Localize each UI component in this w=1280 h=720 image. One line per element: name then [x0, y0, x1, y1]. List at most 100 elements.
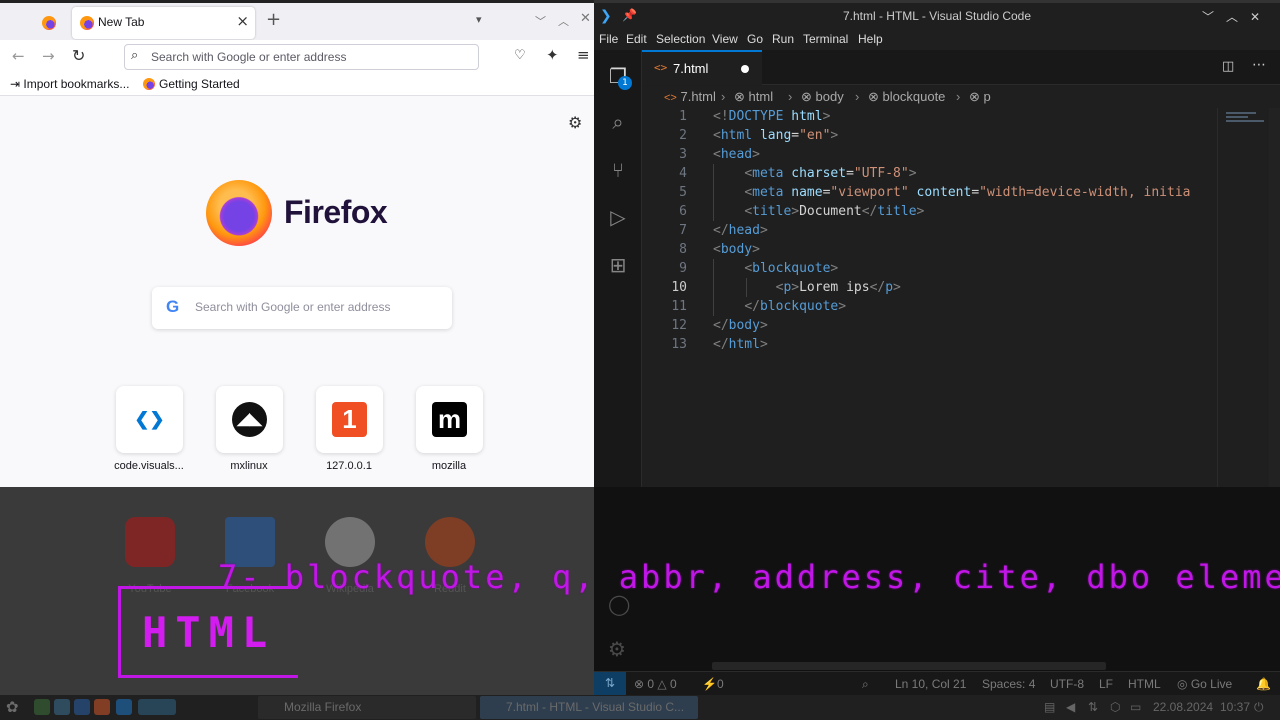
- ports-status[interactable]: ⚡0: [702, 677, 724, 691]
- forward-arrow-icon[interactable]: →: [42, 47, 55, 65]
- breadcrumb-item[interactable]: ⊗ body: [801, 89, 844, 105]
- shortcut-tile-localhost[interactable]: 1: [316, 386, 383, 453]
- split-editor-icon[interactable]: ◫: [1222, 59, 1234, 74]
- newtab-search-input[interactable]: G Search with Google or enter address: [152, 287, 452, 329]
- source-control-icon[interactable]: ⑂: [606, 158, 630, 182]
- cursor-position[interactable]: Ln 10, Col 21: [895, 677, 966, 691]
- breadcrumb-item[interactable]: <> 7.html: [664, 89, 716, 104]
- menu-terminal[interactable]: Terminal: [803, 32, 848, 46]
- code-token: </: [869, 280, 886, 295]
- maximize-icon[interactable]: ︿: [558, 13, 569, 29]
- breadcrumb-label: p: [983, 89, 991, 104]
- url-bar[interactable]: ⌕ Search with Google or enter address: [124, 44, 479, 70]
- more-actions-icon[interactable]: ⋯: [1252, 57, 1266, 73]
- newtab-search-placeholder: Search with Google or enter address: [195, 300, 391, 314]
- shortcut-tile-vscode[interactable]: ❮❯: [116, 386, 183, 453]
- code-token: >: [838, 299, 847, 314]
- extensions-icon[interactable]: ✦: [546, 46, 559, 64]
- back-arrow-icon[interactable]: ←: [12, 47, 25, 65]
- vscode-menu-bar: File Edit Selection View Go Run Terminal…: [594, 30, 1280, 50]
- pocket-icon[interactable]: ♡: [514, 48, 526, 63]
- code-token: >: [752, 147, 760, 162]
- launcher-firefox-icon[interactable]: [94, 699, 110, 715]
- menu-view[interactable]: View: [712, 32, 738, 46]
- code-line: <title>Document</title>: [713, 204, 924, 219]
- bookmark-getting-started[interactable]: Getting Started: [143, 77, 240, 91]
- bookmark-import[interactable]: ⇥ Import bookmarks...: [10, 77, 129, 91]
- close-window-icon[interactable]: ✕: [580, 11, 591, 26]
- tray-power-icon[interactable]: ▭: [1130, 700, 1141, 714]
- code-token: meta: [752, 166, 784, 181]
- firefox-tab-bar: New Tab × + ▾ ﹀ ︿ ✕: [0, 0, 594, 40]
- zoom-icon[interactable]: ⌕: [862, 677, 869, 692]
- run-debug-icon[interactable]: ▷: [606, 205, 630, 229]
- remote-indicator-icon[interactable]: ⇅: [594, 672, 626, 695]
- menu-edit[interactable]: Edit: [626, 32, 647, 46]
- overlay-html-badge: HTML: [142, 608, 276, 657]
- shortcut-tile-mozilla[interactable]: m: [416, 386, 483, 453]
- breadcrumb-item[interactable]: ⊗ html: [734, 89, 773, 105]
- breadcrumb-item[interactable]: ⊗ p: [969, 89, 991, 105]
- hamburger-menu-icon[interactable]: ≡: [577, 46, 590, 64]
- shortcut-tile-mxlinux[interactable]: ◢◣: [216, 386, 283, 453]
- code-line: </body>: [713, 318, 768, 333]
- tab-close-icon[interactable]: ×: [236, 12, 249, 30]
- extensions-icon[interactable]: ⊞: [606, 253, 630, 277]
- menu-selection[interactable]: Selection: [656, 32, 705, 46]
- manage-gear-icon[interactable]: ⚙: [608, 637, 626, 661]
- notifications-bell-icon[interactable]: 🔔: [1256, 677, 1271, 691]
- language-mode[interactable]: HTML: [1128, 677, 1161, 691]
- tray-date[interactable]: 22.08.2024: [1153, 700, 1213, 714]
- menu-help[interactable]: Help: [858, 32, 883, 46]
- start-menu-icon[interactable]: ✿: [6, 698, 19, 716]
- unsaved-dot-icon[interactable]: [741, 65, 749, 73]
- workspace-switcher[interactable]: [138, 699, 176, 715]
- firefox-tab-new-tab[interactable]: New Tab ×: [72, 7, 255, 39]
- launcher-app-icon[interactable]: [34, 699, 50, 715]
- vscode-window-controls[interactable]: ﹀︿✕: [1202, 8, 1272, 25]
- tray-logout-icon[interactable]: ⏻: [1254, 700, 1264, 715]
- minimize-icon[interactable]: ﹀: [535, 13, 546, 29]
- new-tab-plus-icon[interactable]: +: [266, 9, 281, 30]
- encoding[interactable]: UTF-8: [1050, 677, 1084, 691]
- tray-time[interactable]: 10:37: [1220, 700, 1250, 714]
- indentation[interactable]: Spaces: 4: [982, 677, 1035, 691]
- launcher-vscode-icon[interactable]: [116, 699, 132, 715]
- launcher-app-icon[interactable]: [54, 699, 70, 715]
- menu-file[interactable]: File: [599, 32, 618, 46]
- breadcrumb-item[interactable]: ⊗ blockquote: [868, 89, 945, 105]
- vscode-icon: ❮❯: [134, 409, 165, 429]
- problems-status[interactable]: ⊗ 0 △ 0: [634, 677, 677, 691]
- tab-list-chevron-icon[interactable]: ▾: [476, 13, 482, 26]
- go-live-button[interactable]: ◎ Go Live: [1177, 677, 1232, 691]
- reload-icon[interactable]: ↻: [72, 46, 85, 65]
- horizontal-scrollbar[interactable]: [712, 662, 1106, 670]
- end-of-line[interactable]: LF: [1099, 677, 1113, 691]
- search-icon[interactable]: ⌕: [606, 110, 630, 134]
- firefox-view-icon[interactable]: [42, 16, 56, 30]
- tray-volume-icon[interactable]: ◀: [1066, 700, 1075, 714]
- menu-run[interactable]: Run: [772, 32, 794, 46]
- code-editor[interactable]: 1 2 3 4 5 6 7 8 9 10 11 12 13 <!DOCTYPE html> <html l…: [642, 108, 1280, 487]
- tab-title: New Tab: [98, 15, 145, 29]
- tray-network-icon[interactable]: ⇅: [1088, 700, 1098, 714]
- firefox-logo-icon: [206, 180, 272, 246]
- bookmarks-toolbar: ⇥ Import bookmarks... Getting Started: [0, 74, 594, 96]
- editor-scrollbar[interactable]: [1269, 108, 1280, 487]
- tray-clipboard-icon[interactable]: ▤: [1044, 700, 1055, 714]
- taskbar-task-vscode[interactable]: 7.html - HTML - Visual Studio C...: [480, 696, 698, 719]
- element-icon: ⊗: [734, 89, 745, 104]
- vscode-window-title: 7.html - HTML - Visual Studio Code: [842, 9, 1032, 23]
- editor-tab-7-html[interactable]: <> 7.html: [642, 50, 762, 85]
- minimap[interactable]: [1217, 108, 1267, 487]
- code-token: lang: [759, 128, 792, 143]
- shortcut-label: code.visuals...: [114, 460, 184, 472]
- launcher-files-icon[interactable]: [74, 699, 90, 715]
- taskbar-task-firefox[interactable]: Mozilla Firefox: [258, 696, 476, 719]
- menu-go[interactable]: Go: [747, 32, 763, 46]
- localhost-icon: 1: [332, 402, 367, 437]
- tray-updates-icon[interactable]: ⬡: [1110, 700, 1120, 714]
- newtab-settings-gear-icon[interactable]: ⚙: [568, 113, 582, 132]
